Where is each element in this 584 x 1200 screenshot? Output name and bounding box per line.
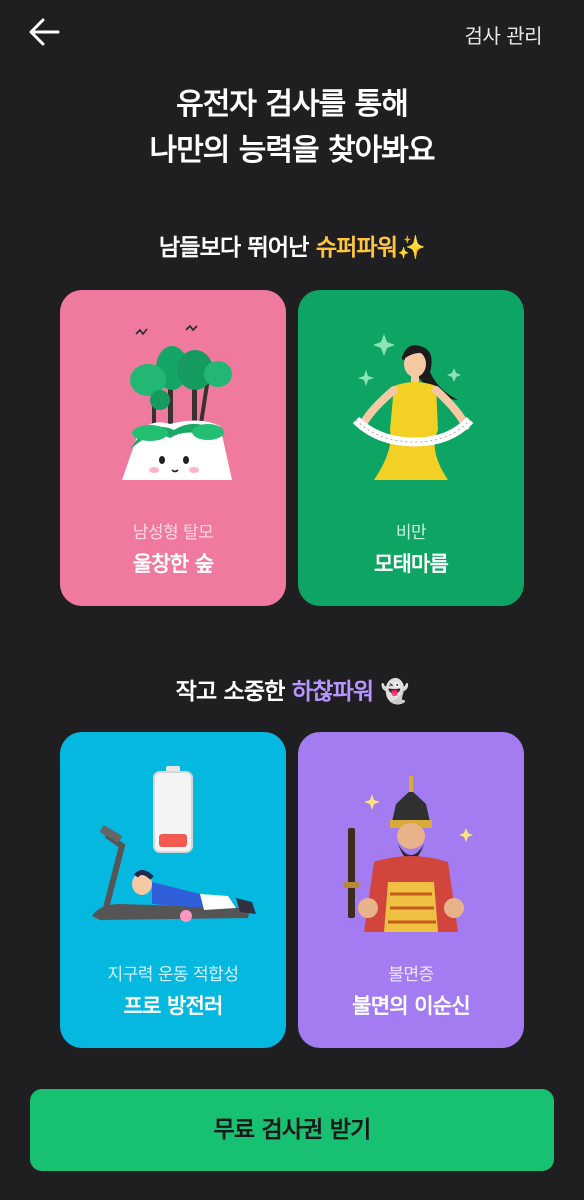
section-title-prefix: 남들보다 뛰어난	[158, 235, 316, 261]
page-headline: 유전자 검사를 통해 나만의 능력을 찾아봐요	[0, 82, 584, 174]
section-title-highlight: 하찮파워	[291, 679, 374, 705]
superpower-section-title: 남들보다 뛰어난 슈퍼파워✨	[0, 228, 584, 262]
card-category: 지구력 운동 적합성	[107, 965, 239, 985]
card-category: 불면증	[388, 965, 434, 985]
card-title: 프로 방전러	[123, 994, 223, 1018]
section-title-highlight: 슈퍼파워	[315, 235, 398, 261]
free-test-voucher-button[interactable]: 무료 검사권 받기	[30, 1089, 554, 1171]
card-insomnia[interactable]: 불면증 불면의 이순신	[298, 732, 524, 1048]
headline-line-1: 유전자 검사를 통해	[176, 87, 409, 122]
card-title: 불면의 이순신	[352, 994, 470, 1018]
card-title: 모태마름	[373, 552, 449, 576]
card-hair-loss[interactable]: 남성형 탈모 울창한 숲	[60, 290, 286, 606]
forest-hill-illustration	[60, 290, 286, 500]
woman-measuring-tape-illustration	[298, 290, 524, 500]
general-yi-sun-sin-illustration	[298, 732, 524, 942]
section-title-prefix: 작고 소중한	[175, 679, 292, 705]
card-endurance[interactable]: 지구력 운동 적합성 프로 방전러	[60, 732, 286, 1048]
ghost-icon: 👻	[380, 679, 410, 705]
sparkles-icon: ✨	[397, 235, 426, 261]
card-category: 비만	[395, 523, 427, 543]
card-title: 울창한 숲	[132, 552, 214, 576]
manage-tests-link[interactable]: 검사 관리	[465, 20, 543, 49]
card-category: 남성형 탈모	[132, 523, 214, 543]
card-obesity[interactable]: 비만 모태마름	[298, 290, 524, 606]
top-bar: 검사 관리	[0, 0, 584, 64]
headline-line-2: 나만의 능력을 찾아봐요	[149, 133, 436, 168]
weakpower-section-title: 작고 소중한 하찮파워 👻	[0, 672, 584, 706]
tired-runner-treadmill-illustration	[60, 732, 286, 942]
arrow-left-icon[interactable]	[26, 14, 66, 50]
